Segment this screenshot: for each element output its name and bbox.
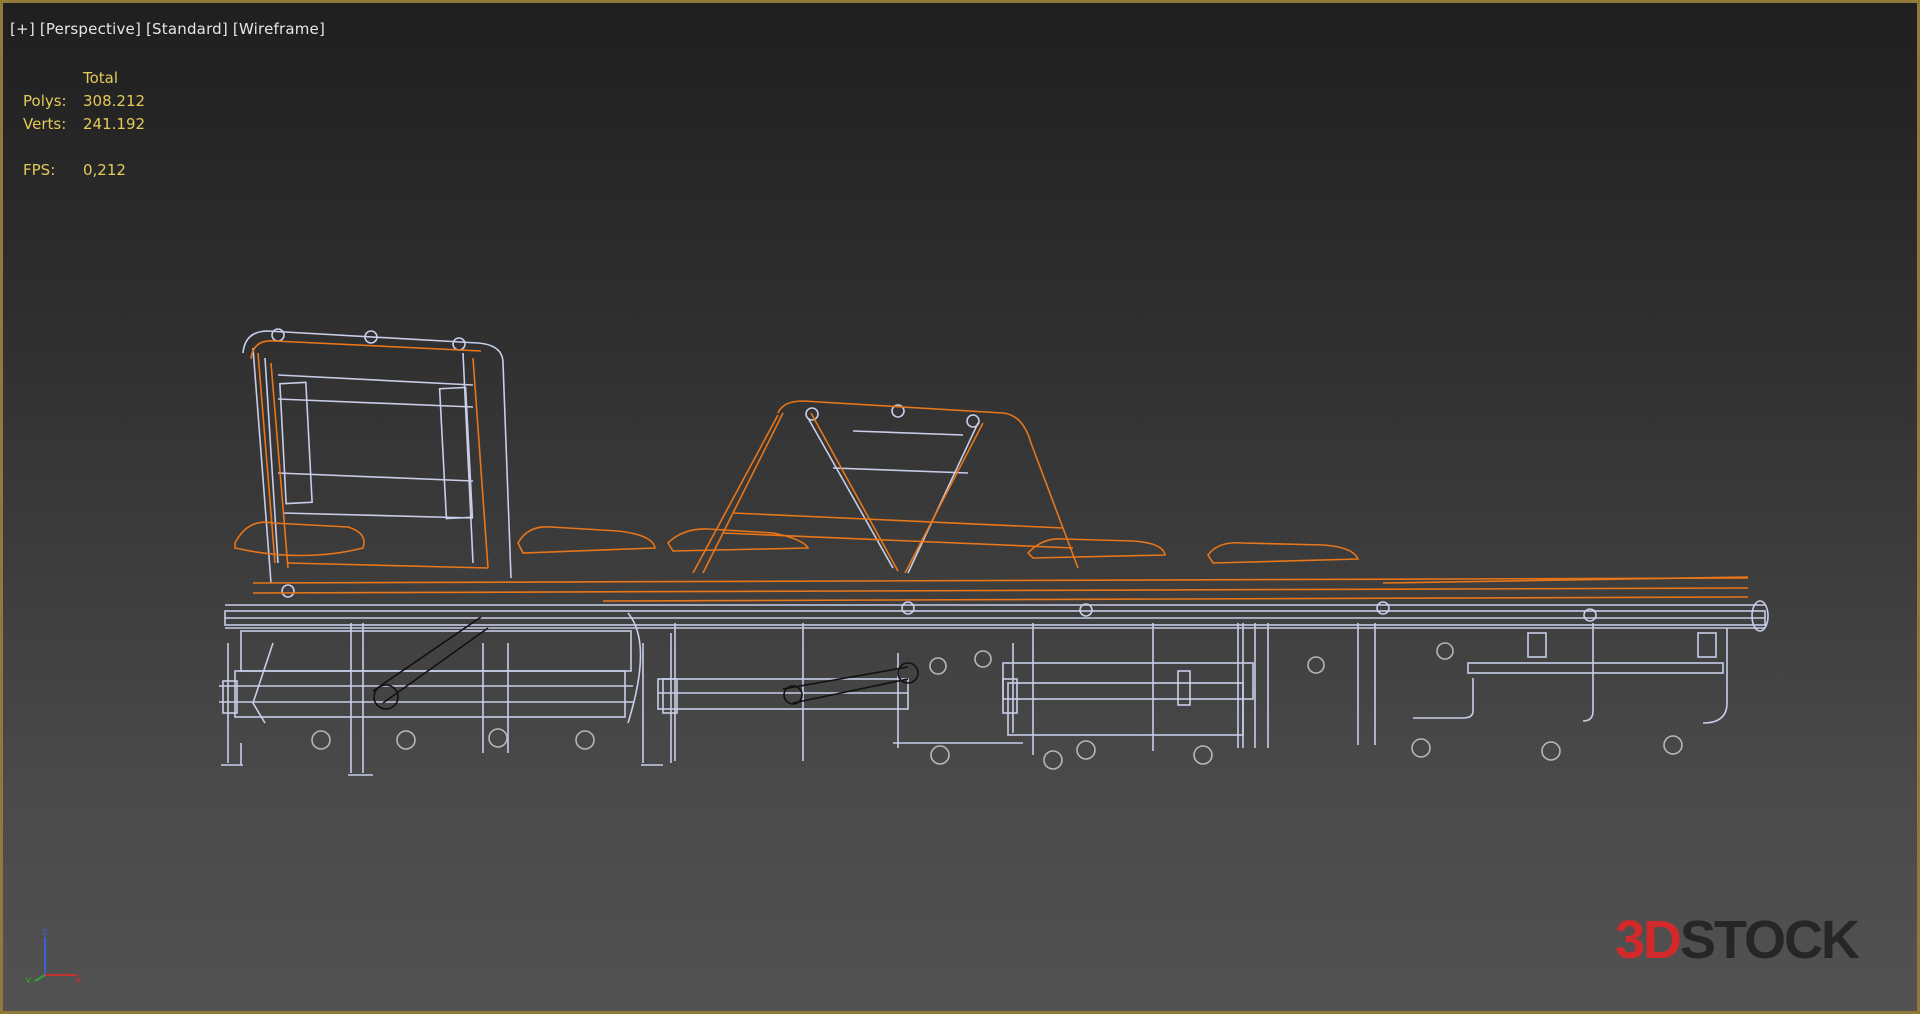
- casters[interactable]: [311, 642, 1683, 770]
- logo-3d: 3D: [1615, 910, 1682, 970]
- axis-z-label: z: [42, 925, 48, 938]
- logo-stock: STOCK: [1680, 910, 1860, 970]
- axis-x-label: x: [75, 973, 82, 983]
- watermark-logo: 3DSTOCK: [1615, 909, 1860, 971]
- viewport-perspective[interactable]: [+] [Perspective] [Standard] [Wireframe]…: [0, 0, 1920, 1014]
- axis-y-label: y: [25, 973, 32, 983]
- selected-wireframe[interactable]: [234, 340, 1749, 602]
- unselected-wireframe[interactable]: [219, 328, 1769, 776]
- wireframe-model[interactable]: [3, 3, 1920, 1014]
- axis-gizmo: z x y: [17, 923, 87, 986]
